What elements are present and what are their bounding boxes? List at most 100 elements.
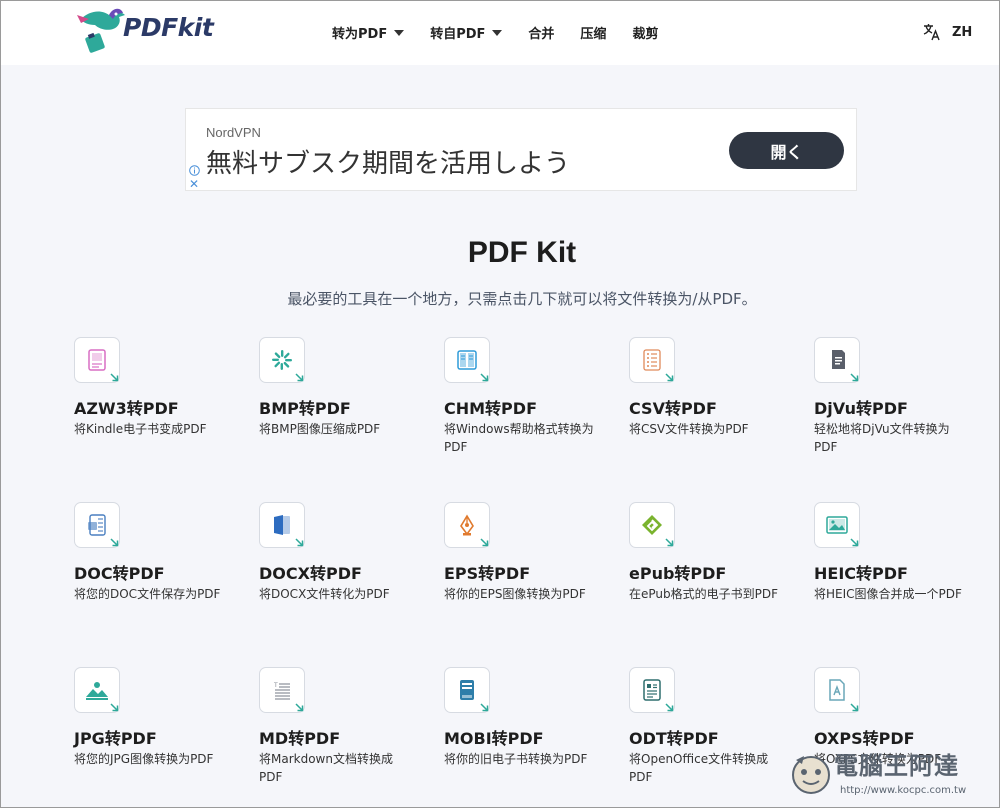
tool-name[interactable]: DOCX转PDF [259, 560, 362, 584]
tool-card[interactable]: T MD转PDF 将Markdown文档转换成PDF [259, 667, 419, 807]
tool-card[interactable]: AZW3转PDF 将Kindle电子书变成PDF [74, 337, 234, 477]
docx-icon[interactable] [259, 502, 305, 548]
tool-card[interactable]: HEIC转PDF 将HEIC图像合并成一个PDF [814, 502, 974, 642]
watermark-title: 電腦王阿達 [834, 752, 959, 780]
doc-icon[interactable] [74, 502, 120, 548]
eps-icon[interactable] [444, 502, 490, 548]
chm-icon[interactable] [444, 337, 490, 383]
tool-name[interactable]: DjVu转PDF [814, 395, 908, 419]
tool-description: 将BMP图像压缩成PDF [259, 422, 381, 436]
page-subtitle: 最必要的工具在一个地方，只需点击几下就可以将文件转换为/从PDF。 [287, 290, 757, 308]
language-label: ZH [952, 24, 973, 40]
oxps-icon[interactable] [814, 667, 860, 713]
language-switcher[interactable]: ZH [922, 22, 972, 42]
heic-icon[interactable] [814, 502, 860, 548]
tool-card[interactable]: JPG转PDF 将您的JPG图像转换为PDF [74, 667, 234, 807]
nav-compress[interactable]: 压缩 [580, 23, 606, 42]
tool-card[interactable]: DOCX转PDF 将DOCX文件转化为PDF [259, 502, 419, 642]
md-icon[interactable]: T [259, 667, 305, 713]
csv-icon[interactable] [629, 337, 675, 383]
tool-name[interactable]: CSV转PDF [629, 395, 717, 419]
caret-down-icon [492, 29, 503, 36]
tool-name[interactable]: EPS转PDF [444, 560, 530, 584]
arrow-down-right-icon [480, 703, 489, 712]
tool-name[interactable]: ePub转PDF [629, 560, 726, 584]
tool-card[interactable]: DjVu转PDF 轻松地将DjVu文件转换为PDF [814, 337, 974, 477]
tool-name[interactable]: MOBI转PDF [444, 725, 544, 749]
tool-description: 在ePub格式的电子书到PDF [629, 587, 779, 601]
tool-description: 将您的JPG图像转换为PDF [74, 752, 214, 766]
advertisement-banner[interactable]: NordVPN 無料サブスク期間を活用しよう 開く ✕ [185, 108, 857, 191]
arrow-down-right-icon [480, 373, 489, 382]
nav-from-pdf-label: 转自PDF [430, 27, 486, 42]
logo-text[interactable]: PDFkit [123, 13, 214, 42]
tool-description: 将Windows帮助格式转换为PDF [444, 422, 594, 454]
tool-card[interactable]: ODT转PDF 将OpenOffice文件转换成PDF [629, 667, 789, 807]
tool-name[interactable]: AZW3转PDF [74, 395, 179, 419]
tool-description: 将OpenOffice文件转换成PDF [629, 752, 769, 784]
arrow-down-right-icon [110, 373, 119, 382]
arrow-down-right-icon [110, 538, 119, 547]
epub-icon[interactable] [629, 502, 675, 548]
tool-card[interactable]: CHM转PDF 将Windows帮助格式转换为PDF [444, 337, 604, 477]
arrow-down-right-icon [110, 703, 119, 712]
tool-card[interactable]: MOBI转PDF 将你的旧电子书转换为PDF [444, 667, 604, 807]
tool-card[interactable]: ePub转PDF 在ePub格式的电子书到PDF [629, 502, 789, 642]
arrow-down-right-icon [665, 373, 674, 382]
tool-name[interactable]: JPG转PDF [74, 725, 157, 749]
arrow-down-right-icon [295, 373, 304, 382]
djvu-icon[interactable] [814, 337, 860, 383]
tool-description: 将Kindle电子书变成PDF [74, 422, 207, 436]
page-title: PDF Kit [467, 236, 577, 269]
jpg-icon[interactable] [74, 667, 120, 713]
tool-description: 轻松地将DjVu文件转换为PDF [814, 422, 950, 454]
caret-down-icon [394, 29, 405, 36]
tool-card[interactable]: EPS转PDF 将你的EPS图像转换为PDF [444, 502, 604, 642]
nav-crop[interactable]: 裁剪 [632, 23, 658, 42]
tool-description: 将你的EPS图像转换为PDF [444, 587, 586, 601]
ad-info-icon[interactable] [189, 165, 200, 176]
main-nav: 转为PDF 转自PDF 合并 压缩 裁剪 [332, 23, 684, 42]
site-watermark: 電腦王阿達 http://www.kocpc.com.tw [788, 742, 993, 804]
ad-headline: 無料サブスク期間を活用しよう [206, 149, 571, 179]
tool-card[interactable]: BMP转PDF 将BMP图像压缩成PDF [259, 337, 419, 477]
translate-icon [923, 24, 940, 41]
tool-name[interactable]: HEIC转PDF [814, 560, 908, 584]
azw3-icon[interactable] [74, 337, 120, 383]
arrow-down-right-icon [665, 538, 674, 547]
tool-card[interactable]: DOC转PDF 将您的DOC文件保存为PDF [74, 502, 234, 642]
tool-description: 将HEIC图像合并成一个PDF [814, 587, 962, 601]
nav-merge[interactable]: 合并 [528, 23, 554, 42]
arrow-down-right-icon [850, 703, 859, 712]
tool-name[interactable]: ODT转PDF [629, 725, 719, 749]
tool-name[interactable]: MD转PDF [259, 725, 340, 749]
tool-description: 将DOCX文件转化为PDF [259, 587, 390, 601]
ad-close-icon[interactable]: ✕ [189, 178, 199, 190]
tool-name[interactable]: CHM转PDF [444, 395, 537, 419]
arrow-down-right-icon [295, 703, 304, 712]
svg-text:T: T [273, 682, 278, 689]
arrow-down-right-icon [850, 538, 859, 547]
bmp-icon[interactable] [259, 337, 305, 383]
nav-from-pdf[interactable]: 转自PDF [430, 23, 503, 42]
tool-name[interactable]: DOC转PDF [74, 560, 165, 584]
nav-to-pdf-label: 转为PDF [332, 27, 388, 42]
arrow-down-right-icon [295, 538, 304, 547]
arrow-down-right-icon [850, 373, 859, 382]
watermark-url: http://www.kocpc.com.tw [840, 785, 967, 796]
tool-description: 将Markdown文档转换成PDF [259, 752, 393, 784]
arrow-down-right-icon [665, 703, 674, 712]
odt-icon[interactable] [629, 667, 675, 713]
nav-to-pdf[interactable]: 转为PDF [332, 23, 405, 42]
tool-card[interactable]: CSV转PDF 将CSV文件转换为PDF [629, 337, 789, 477]
tool-description: 将你的旧电子书转换为PDF [444, 752, 588, 766]
tool-description: 将CSV文件转换为PDF [629, 422, 749, 436]
mascot-logo-icon [792, 756, 830, 794]
arrow-down-right-icon [480, 538, 489, 547]
tool-name[interactable]: BMP转PDF [259, 395, 351, 419]
ad-open-button[interactable]: 開く [729, 132, 844, 169]
tool-description: 将您的DOC文件保存为PDF [74, 587, 221, 601]
top-header: PDFkit 转为PDF 转自PDF 合并 压缩 裁剪 ZH [1, 1, 999, 65]
mobi-icon[interactable] [444, 667, 490, 713]
ad-brand: NordVPN [206, 125, 261, 140]
